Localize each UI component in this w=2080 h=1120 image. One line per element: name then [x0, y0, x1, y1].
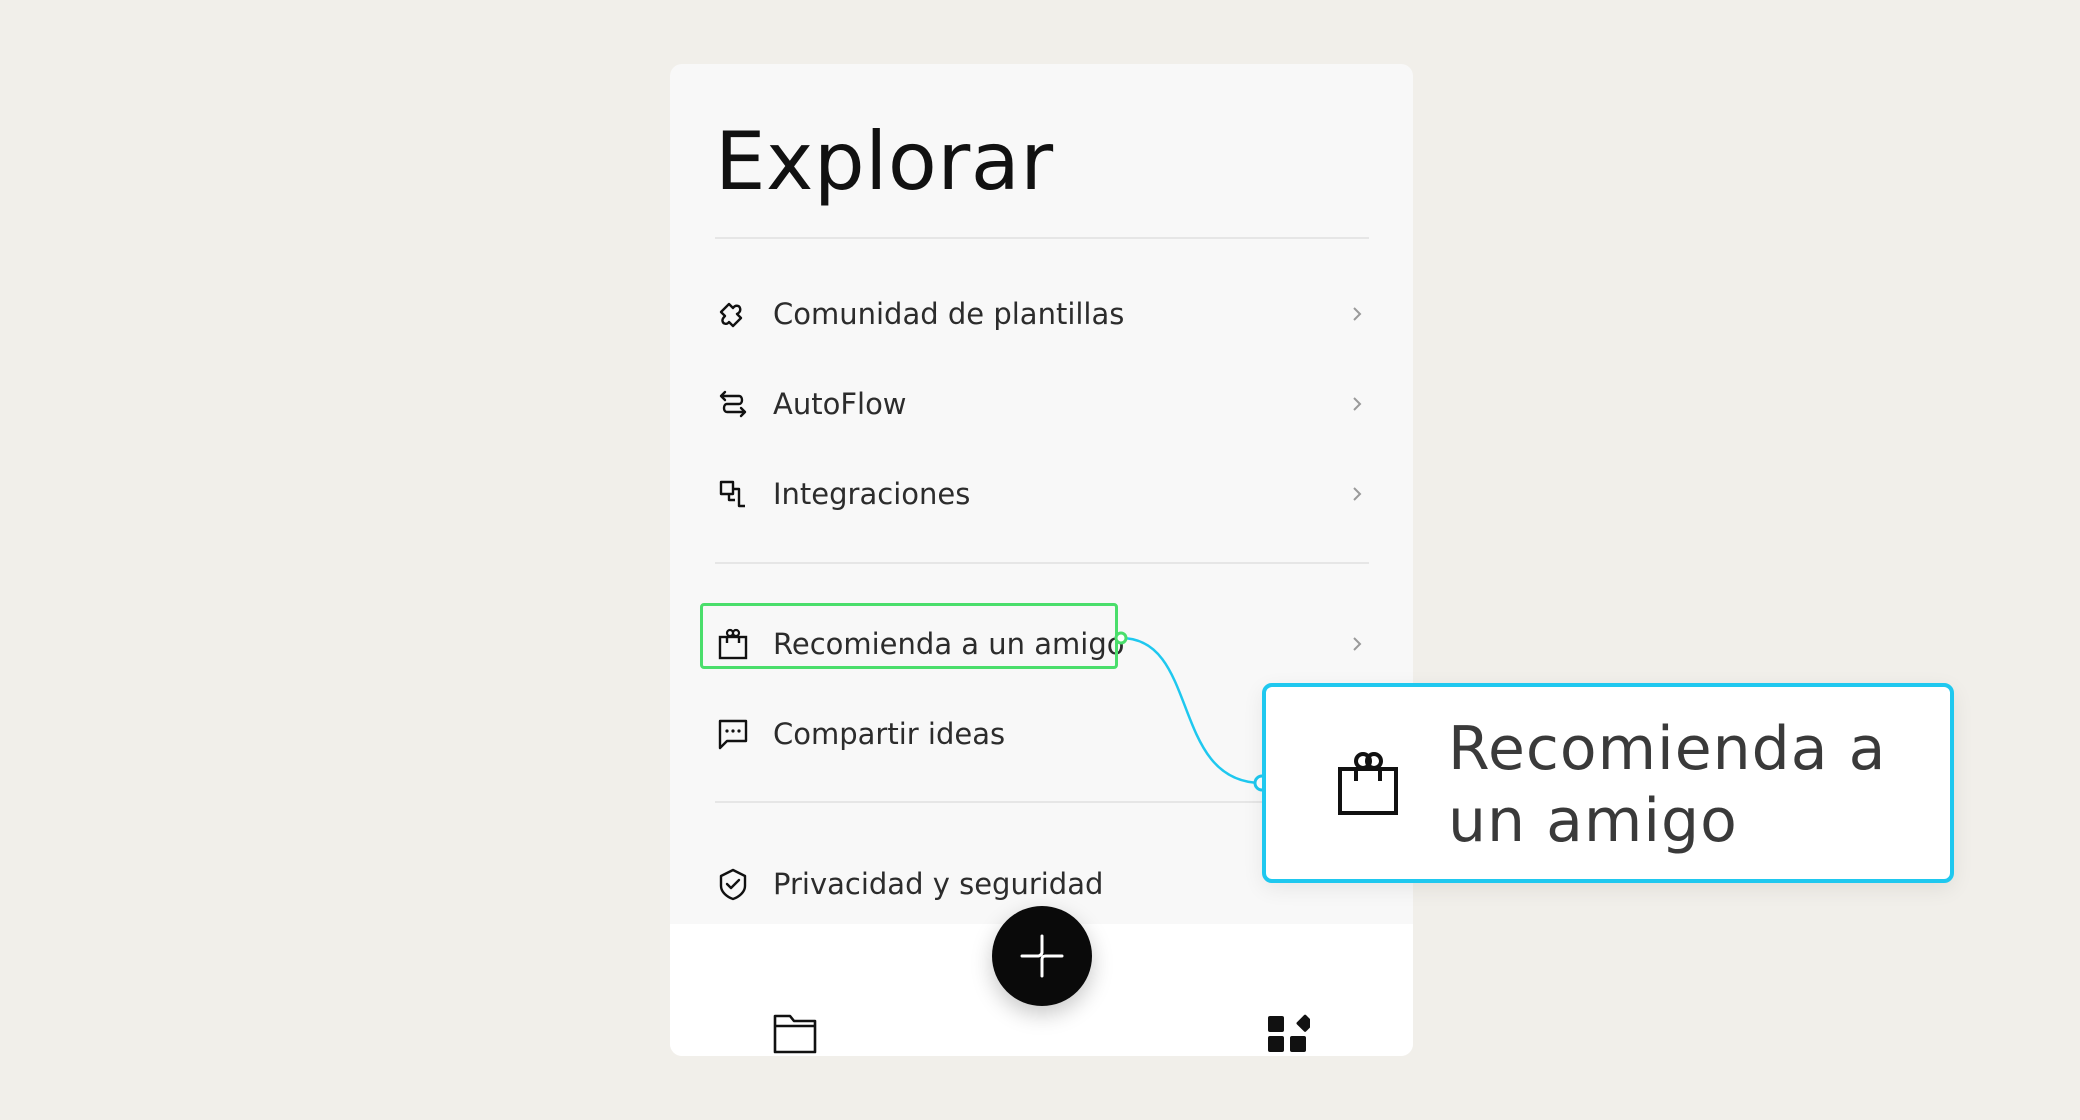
callout-card: Recomienda a un amigo	[1262, 683, 1954, 883]
menu-item-label: Comunidad de plantillas	[773, 297, 1125, 331]
puzzle-icon	[719, 302, 743, 328]
shield-check-icon	[719, 868, 747, 901]
add-button[interactable]	[992, 906, 1092, 1006]
chevron-right-icon	[1353, 307, 1362, 321]
divider	[715, 562, 1369, 564]
divider	[715, 237, 1369, 239]
plus-icon	[1020, 934, 1064, 978]
chevron-right-icon	[1353, 637, 1362, 651]
menu-item-autoflow[interactable]: AutoFlow	[715, 364, 1369, 444]
menu-item-template-community[interactable]: Comunidad de plantillas	[715, 274, 1369, 354]
chevron-right-icon	[1353, 487, 1362, 501]
highlight-box	[700, 603, 1118, 669]
gift-bag-icon	[1338, 752, 1398, 815]
menu-item-label: Compartir ideas	[773, 717, 1006, 751]
callout-label: Recomienda a un amigo	[1448, 714, 1887, 856]
flow-arrows-icon	[719, 390, 747, 418]
folder-icon[interactable]	[772, 1010, 818, 1056]
chat-bubble-icon	[718, 719, 748, 750]
integration-blocks-icon	[719, 480, 745, 508]
menu-item-label: Integraciones	[773, 477, 971, 511]
page-title: Explorar	[715, 115, 1054, 208]
menu-item-integrations[interactable]: Integraciones	[715, 454, 1369, 534]
apps-grid-icon[interactable]	[1266, 1010, 1310, 1054]
menu-item-label: AutoFlow	[773, 387, 907, 421]
chevron-right-icon	[1353, 397, 1362, 411]
